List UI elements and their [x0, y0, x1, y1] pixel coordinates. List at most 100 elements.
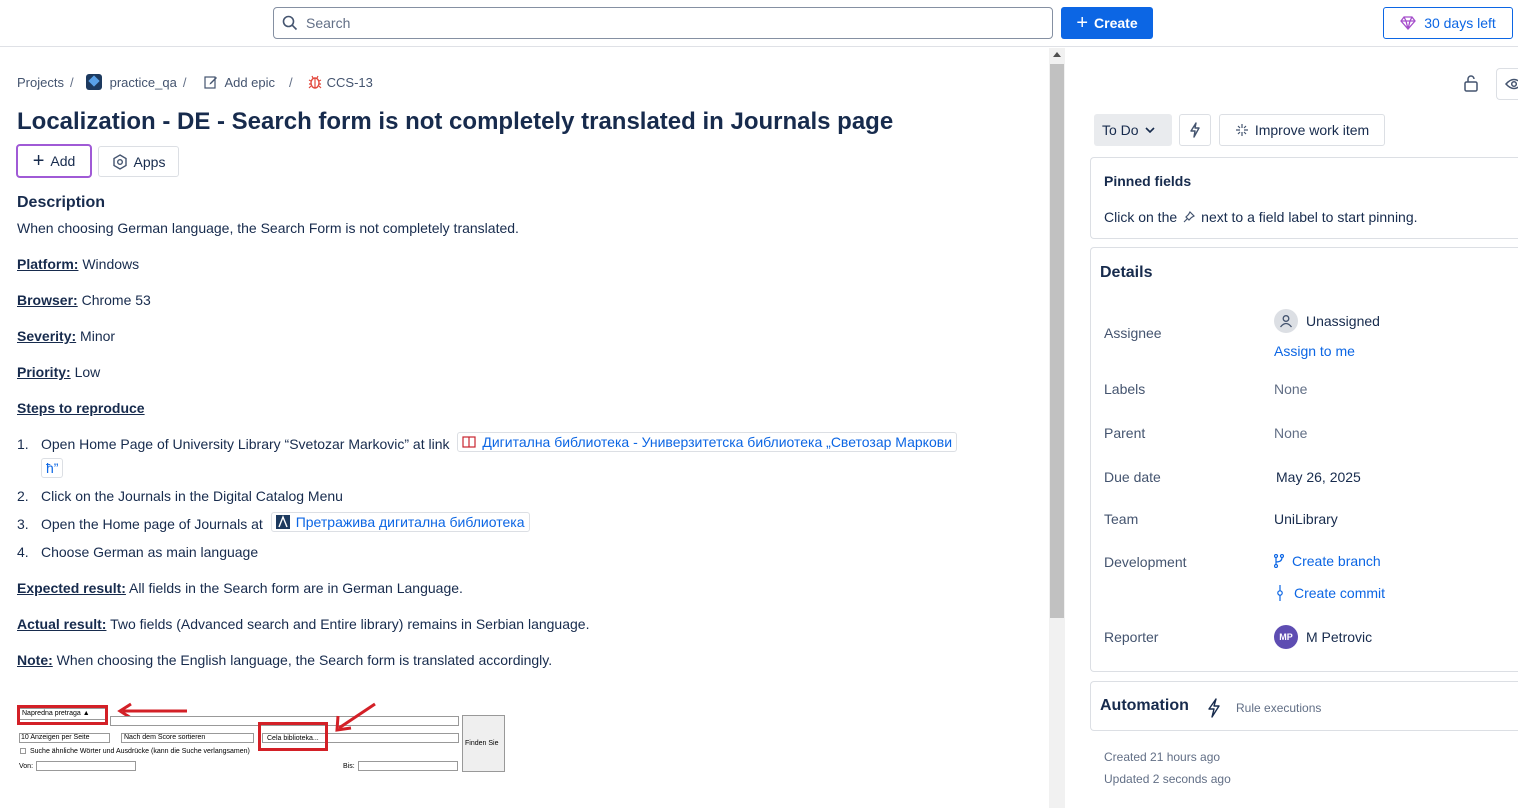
note-label: Note:: [17, 652, 53, 668]
automation-panel[interactable]: Automation Rule executions: [1090, 681, 1518, 731]
automation-heading: Automation: [1100, 697, 1189, 714]
team-value[interactable]: UniLibrary: [1274, 511, 1338, 527]
breadcrumb-separator: /: [69, 74, 74, 90]
pin-icon: [1183, 211, 1196, 223]
expected-value: All fields in the Search form are in Ger…: [125, 580, 463, 596]
labels-value[interactable]: None: [1274, 381, 1307, 397]
field-value: Windows: [78, 256, 140, 272]
step-text: Choose German as main language: [41, 544, 259, 560]
to-field: [358, 761, 458, 771]
step-number: 3.: [17, 516, 29, 532]
gem-icon: [1400, 16, 1417, 30]
breadcrumb-issue-key[interactable]: CCS-13: [327, 75, 373, 90]
create-branch-text: Create branch: [1292, 553, 1381, 569]
from-field: [36, 761, 136, 771]
create-commit-link[interactable]: Create commit: [1274, 585, 1385, 601]
details-heading[interactable]: Details: [1100, 264, 1152, 282]
find-text: Finden Sie: [465, 740, 499, 747]
create-branch-link[interactable]: Create branch: [1274, 553, 1381, 569]
step-item-continued: ћ”: [41, 458, 64, 478]
parent-value[interactable]: None: [1274, 425, 1307, 441]
add-button[interactable]: + Add: [16, 144, 92, 178]
assignee-label: Assignee: [1104, 325, 1162, 341]
highlight-box: [258, 722, 328, 751]
arrow-icon: [335, 702, 376, 732]
create-commit-text: Create commit: [1294, 585, 1386, 601]
sparkle-icon: [1235, 124, 1248, 136]
unlock-icon[interactable]: [1464, 74, 1478, 92]
branch-icon: [1274, 554, 1284, 568]
improve-work-item-button[interactable]: Improve work item: [1219, 114, 1385, 146]
breadcrumb-separator: /: [289, 74, 293, 90]
commit-icon: [1277, 585, 1283, 601]
due-date-label: Due date: [1104, 469, 1161, 485]
development-label: Development: [1104, 554, 1187, 570]
apps-button[interactable]: Apps: [98, 146, 179, 177]
lightning-icon: [1208, 698, 1220, 718]
attachment-screenshot[interactable]: Napredna pretraga ▲ 10 Anzeigen per Seit…: [17, 700, 507, 780]
step-number: 4.: [17, 544, 29, 560]
pinned-hint-b: next to a field label to start pinning.: [1201, 209, 1418, 225]
plus-icon: +: [1076, 12, 1089, 34]
library-link[interactable]: Дигитална библиотека - Универзитетска би…: [457, 432, 958, 452]
field-platform: Platform: Windows: [17, 256, 139, 272]
issue-title[interactable]: Localization - DE - Search form is not c…: [17, 108, 893, 136]
actual-value: Two fields (Advanced search and Entire l…: [106, 616, 590, 632]
lightning-icon: [1190, 122, 1200, 138]
breadcrumb-project[interactable]: practice_qa: [110, 75, 177, 90]
reporter-name: M Petrovic: [1306, 629, 1373, 645]
breadcrumb-add-epic[interactable]: Add epic: [224, 75, 275, 90]
status-dropdown[interactable]: To Do: [1094, 114, 1172, 146]
step-item: 3. Open the Home page of Journals at Прет…: [17, 512, 530, 532]
rule-executions-label: Rule executions: [1236, 701, 1322, 715]
to-label: Bis:: [343, 763, 355, 770]
project-icon: [85, 74, 102, 90]
main-scrollbar[interactable]: [1049, 48, 1065, 808]
step-item: 2. Click on the Journals in the Digital C…: [17, 488, 343, 504]
pinned-hint-a: Click on the: [1104, 209, 1178, 225]
scroll-up-arrow[interactable]: [1053, 52, 1061, 57]
step-text: Open the Home page of Journals at: [41, 516, 263, 532]
similar-text: Suche ähnliche Wörter und Ausdrücke (kan…: [30, 748, 250, 755]
assignee-value[interactable]: Unassigned: [1274, 309, 1380, 333]
create-button[interactable]: + Create: [1061, 7, 1153, 39]
search-input[interactable]: Search: [273, 7, 1053, 39]
automation-button[interactable]: [1179, 114, 1211, 146]
status-label: To Do: [1102, 122, 1139, 138]
field-value: Chrome 53: [77, 292, 151, 308]
plus-icon: +: [32, 150, 45, 172]
reporter-value[interactable]: MP M Petrovic: [1274, 625, 1372, 649]
scroll-thumb[interactable]: [1050, 64, 1064, 618]
apps-icon: [112, 153, 127, 170]
issue-main-pane: Projects / practice_qa / Add epic / CCS-…: [0, 48, 1048, 808]
steps-heading: Steps to reproduce: [17, 400, 145, 416]
field-priority: Priority: Low: [17, 364, 100, 380]
eye-icon: [1504, 78, 1518, 90]
breadcrumb-projects[interactable]: Projects: [17, 75, 64, 90]
steps-heading-text: Steps to reproduce: [17, 400, 145, 416]
step-item: 1. Open Home Page of University Library “…: [17, 432, 958, 452]
pinned-hint: Click on the next to a field label to st…: [1104, 209, 1418, 225]
journals-link[interactable]: Претражива дигитална библиотека: [270, 512, 530, 532]
due-date-value[interactable]: May 26, 2025: [1276, 469, 1361, 485]
pinned-fields-panel: Pinned fields Click on the next to a fie…: [1090, 157, 1518, 239]
watch-button[interactable]: [1496, 68, 1518, 100]
field-severity: Severity: Minor: [17, 328, 115, 344]
field-value: Minor: [76, 328, 116, 344]
library-link-continued[interactable]: ћ”: [41, 458, 64, 478]
breadcrumb: Projects / practice_qa / Add epic / CCS-…: [17, 74, 373, 90]
trial-days-button[interactable]: 30 days left: [1383, 7, 1513, 39]
per-page-text: 10 Anzeigen per Seite: [21, 734, 90, 741]
step-number: 2.: [17, 488, 29, 504]
pinned-heading: Pinned fields: [1104, 173, 1192, 189]
expected-result: Expected result: All fields in the Searc…: [17, 580, 463, 596]
step-number: 1.: [17, 436, 29, 452]
step-text: Click on the Journals in the Digital Cat…: [41, 488, 343, 504]
from-label: Von:: [19, 763, 34, 770]
reporter-label: Reporter: [1104, 629, 1159, 645]
assign-to-me-link[interactable]: Assign to me: [1274, 343, 1355, 359]
expected-label: Expected result:: [17, 580, 126, 596]
details-panel: Details Assignee Unassigned Assign to me…: [1090, 247, 1518, 672]
highlight-box: [17, 705, 108, 725]
search-placeholder: Search: [306, 15, 351, 31]
